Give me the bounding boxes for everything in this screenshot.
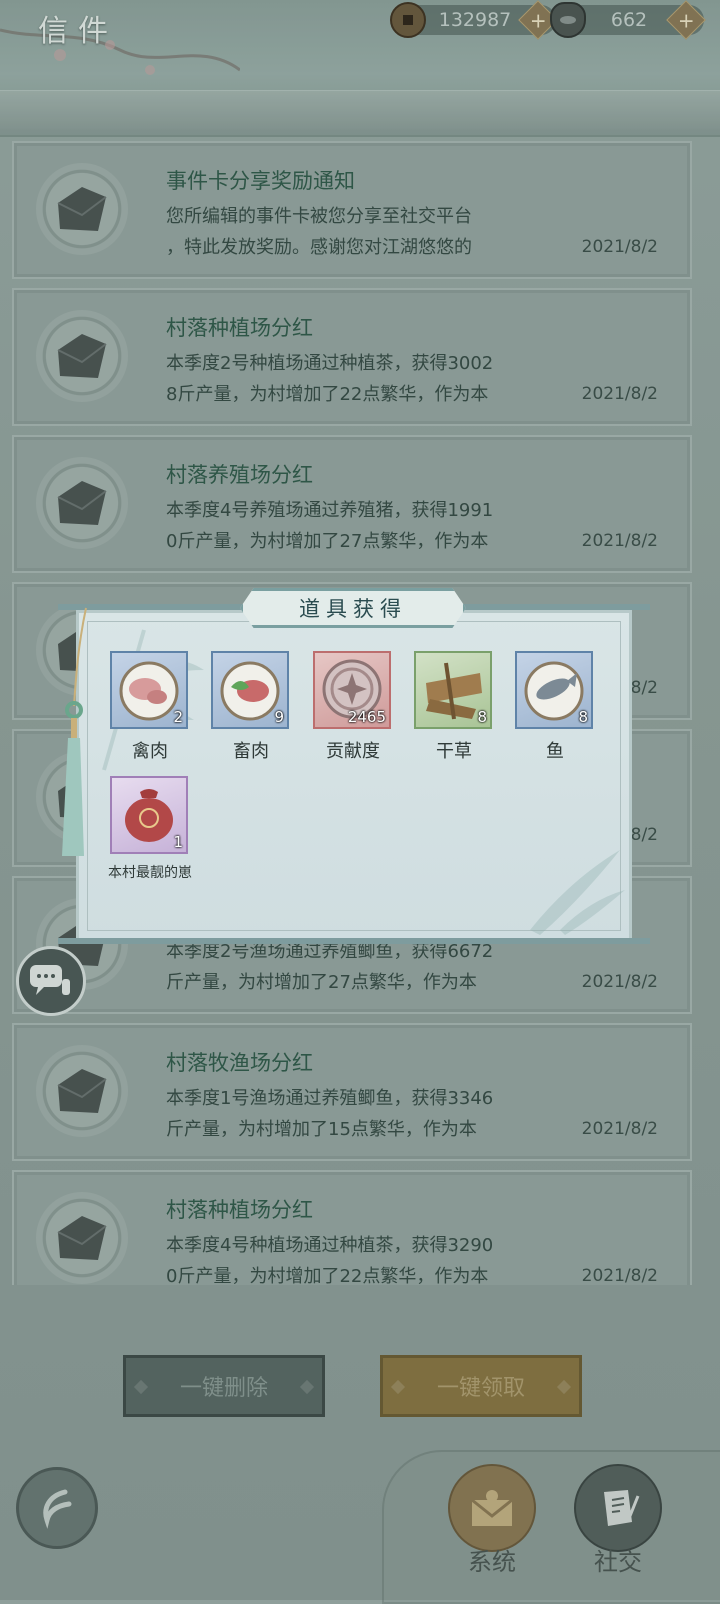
item-name: 贡献度 (326, 741, 380, 762)
mail-date: 2021/8/2 (581, 531, 658, 551)
item-count: 1 (173, 833, 183, 851)
envelope-icon (36, 457, 128, 549)
tab-social-label: 社交 (594, 1548, 642, 1576)
lucky-bag-icon: 1 (110, 776, 188, 854)
contribution-coin-icon: 2465 (313, 651, 391, 729)
reward-item[interactable]: 8 干草 (414, 651, 494, 763)
mail-item[interactable]: 事件卡分享奖励通知 您所编辑的事件卡被您分享至社交平台 ，特此发放奖励。感谢您对… (12, 141, 692, 279)
add-ingot-button[interactable]: + (666, 0, 706, 40)
item-name: 禽肉 (132, 741, 168, 762)
mail-date: 2021/8/2 (581, 237, 658, 257)
chat-button[interactable] (16, 946, 86, 1016)
jade-tassel-decoration (62, 607, 87, 856)
header-divider (0, 90, 720, 129)
reward-item[interactable]: 2465 贡献度 (313, 651, 393, 763)
mail-subject: 村落种植场分红 (166, 316, 313, 340)
system-mail-icon (448, 1464, 536, 1552)
envelope-icon (36, 163, 128, 255)
envelope-icon (36, 1192, 128, 1284)
envelope-icon (36, 310, 128, 402)
tab-bar (382, 1450, 720, 1604)
reward-item[interactable]: 1 本村最靓的崽 (108, 776, 192, 882)
page-title: 信件 (38, 14, 118, 49)
tab-social[interactable]: 社交 (573, 1464, 663, 1577)
item-name: 干草 (436, 741, 472, 762)
reward-item[interactable]: 2 禽肉 (110, 651, 190, 763)
mail-date: 2021/8/2 (581, 1119, 658, 1139)
poultry-meat-icon: 2 (110, 651, 188, 729)
social-scroll-icon (574, 1464, 662, 1552)
mail-preview: 您所编辑的事件卡被您分享至社交平台 ，特此发放奖励。感谢您对江湖悠悠的 (166, 206, 472, 258)
mail-subject: 事件卡分享奖励通知 (166, 169, 355, 193)
livestock-meat-icon: 9 (211, 651, 289, 729)
item-name: 畜肉 (233, 741, 269, 762)
mail-date: 2021/8/2 (581, 1266, 658, 1285)
mail-date: 2021/8/2 (581, 972, 658, 992)
mail-preview: 本季度2号渔场通过养殖鲫鱼，获得6672 斤产量，为村增加了27点繁华，作为本 (166, 941, 494, 993)
copper-amount: 132987 (438, 9, 512, 31)
reward-item[interactable]: 8 鱼 (515, 651, 595, 763)
item-count: 2465 (347, 708, 386, 726)
mail-preview: 本季度4号养殖场通过养殖猪，获得1991 0斤产量，为村增加了27点繁华，作为本 (166, 500, 494, 552)
ingot-currency: 662 + (550, 0, 706, 40)
silver-ingot-icon (550, 2, 586, 38)
delete-all-button[interactable]: 一键删除 (123, 1355, 325, 1417)
mail-subject: 村落种植场分红 (166, 1198, 313, 1222)
mail-item[interactable]: 村落养殖场分红 本季度4号养殖场通过养殖猪，获得1991 0斤产量，为村增加了2… (12, 435, 692, 573)
copper-currency: 132987 + (390, 0, 558, 40)
chat-bubble-icon (30, 965, 70, 995)
popup-title-text: 道具获得 (299, 597, 407, 621)
bamboo-decoration (530, 850, 625, 935)
claim-all-button[interactable]: 一键领取 (380, 1355, 582, 1417)
plum-branch-decoration (0, 28, 240, 75)
ingot-amount: 662 (610, 9, 648, 31)
mail-preview: 本季度2号种植场通过种植茶，获得3002 8斤产量，为村增加了22点繁华，作为本 (166, 353, 494, 405)
mail-subject: 村落牧渔场分红 (166, 1051, 313, 1075)
reward-item[interactable]: 9 畜肉 (211, 651, 291, 763)
header-bar: 信件 132987 + 662 + (0, 0, 720, 137)
hay-icon: 8 (414, 651, 492, 729)
mail-item[interactable]: 村落种植场分红 本季度2号种植场通过种植茶，获得3002 8斤产量，为村增加了2… (12, 288, 692, 426)
item-count: 9 (274, 708, 284, 726)
mail-item[interactable]: 村落牧渔场分红 本季度1号渔场通过养殖鲫鱼，获得3346 斤产量，为村增加了15… (12, 1023, 692, 1161)
envelope-icon (36, 1045, 128, 1137)
mail-preview: 本季度1号渔场通过养殖鲫鱼，获得3346 斤产量，为村增加了15点繁华，作为本 (166, 1088, 494, 1140)
mail-preview: 本季度4号种植场通过种植茶，获得3290 0斤产量，为村增加了22点繁华，作为本 (166, 1235, 494, 1285)
item-name: 鱼 (546, 741, 564, 762)
item-count: 8 (578, 708, 588, 726)
mail-date: 2021/8/2 (581, 384, 658, 404)
mail-screen: 信件 132987 + 662 + 事件卡分享奖励通知 您所编辑的事件卡被您分享… (0, 0, 720, 1604)
mail-item[interactable]: 村落种植场分红 本季度4号种植场通过种植茶，获得3290 0斤产量，为村增加了2… (12, 1170, 692, 1285)
tab-system-label: 系统 (468, 1548, 516, 1576)
mail-subject: 村落养殖场分红 (166, 463, 313, 487)
item-count: 2 (173, 708, 183, 726)
back-button[interactable] (16, 1467, 98, 1549)
item-name: 本村最靓的崽 (108, 865, 192, 881)
popup-title: 道具获得 (240, 588, 466, 628)
fish-icon: 8 (515, 651, 593, 729)
tab-system[interactable]: 系统 (447, 1464, 537, 1577)
item-count: 8 (477, 708, 487, 726)
back-arrow-icon (43, 1489, 72, 1529)
copper-coin-icon (390, 2, 426, 38)
